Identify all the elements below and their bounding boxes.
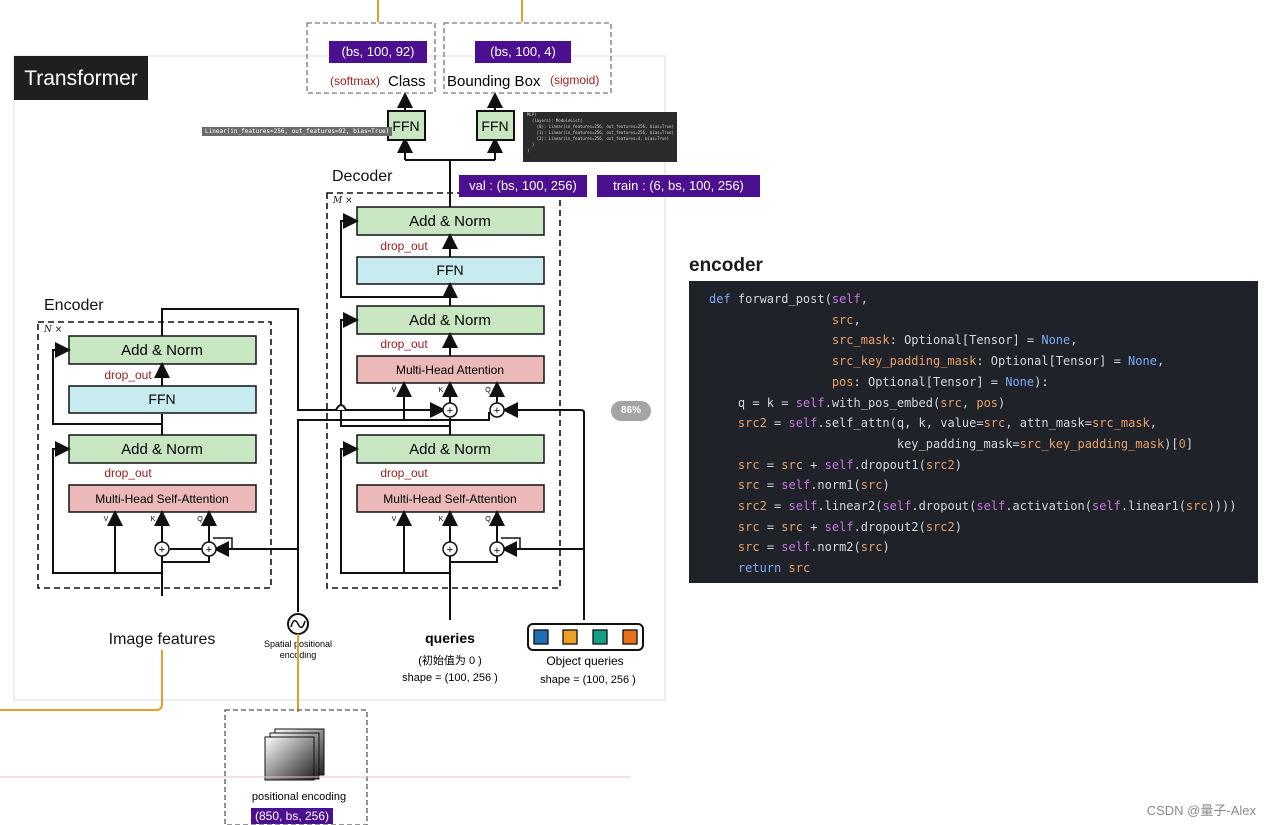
encoder-q-label: Q [197,516,203,523]
decoder-cross-q: Q [485,387,491,394]
plus-icon: + [447,544,453,556]
encoder-drop-out-top: drop_out [104,368,152,382]
code-line: src = src + self.dropout1(src2) [737,457,962,472]
object-query-4 [622,629,638,645]
encoder-ffn-label: FFN [148,391,175,407]
linear-tooltip: Linear(in_features=256, out_features=92,… [202,127,393,136]
plus-icon: + [494,545,500,557]
mlp-line: (2): Linear(in_features=256, out_feature… [527,136,670,141]
object-query-1 [533,629,549,645]
code-line: src = self.norm2(src) [737,540,890,555]
code-line: key_padding_mask=src_key_padding_mask)[0… [709,436,1194,451]
decoder-self-k: K [439,516,444,523]
plus-icon: + [159,544,165,556]
encoder-code-title: encoder [689,255,763,276]
queries-shape: shape = (100, 256 ) [402,672,498,684]
code-line: return src [737,561,811,576]
decoder-m-times: M × [332,196,353,206]
object-query-2 [562,629,578,645]
queries-init: (初始值为 0 ) [418,653,482,667]
code-line: src2 = self.self_attn(q, k, value=src, a… [737,416,1157,431]
encoder-n-times: N × [43,325,62,335]
decoder-cross-attention-label: Multi-Head Attention [396,363,504,377]
decoder-cross-k: K [439,387,444,394]
plus-icon: + [494,405,500,417]
code-line: src2 = self.linear2(self.dropout(self.ac… [737,499,1237,513]
positional-encoding-label: positional encoding [252,791,346,803]
decoder-label: Decoder [332,168,393,185]
encoder-drop-out-bottom: drop_out [104,466,152,480]
decoder-self-q: Q [485,516,491,523]
bbox-shape-tag: (bs, 100, 4) [475,41,571,63]
encoder-code-panel: def forward_post(self, src, src_mask: Op… [689,281,1258,583]
pos-shape-tag: (850, bs, 256) [251,808,333,824]
object-query-3 [592,629,608,645]
plus-icon: + [206,544,212,556]
decoder-ffn-label: FFN [436,262,463,278]
page-title: Transformer [24,67,138,90]
queries-label: queries [425,630,475,646]
image-features-label: Image features [109,631,216,648]
code-line: src = src + self.dropout2(src2) [737,519,962,534]
decoder-drop-out-2: drop_out [380,337,428,351]
encoder-label: Encoder [44,297,104,314]
code-line: pos: Optional[Tensor] = None): [831,374,1049,389]
val-shape-tag: val : (bs, 100, 256) [459,175,587,197]
mlp-printout: MLP( (layers): ModuleList( (0): Linear(i… [523,112,677,162]
encoder-add-norm-bottom-label: Add & Norm [121,441,203,458]
object-queries-label: Object queries [546,654,623,668]
bbox-label: Bounding Box [447,73,541,90]
decoder-cross-v: V [392,387,397,394]
code-line: src_key_padding_mask: Optional[Tensor] =… [831,354,1165,369]
softmax-label: (softmax) [330,74,380,88]
mlp-line: ) [527,148,530,153]
decoder-add-norm-1-label: Add & Norm [409,441,491,458]
encoder-v-label: V [104,516,109,523]
decoder-self-attention-label: Multi-Head Self-Attention [383,492,516,506]
decoder-drop-out-1: drop_out [380,466,428,480]
encoder-add-norm-top-label: Add & Norm [121,342,203,359]
code-line: def forward_post(self, [709,292,868,306]
class-shape-tag: (bs, 100, 92) [329,41,427,63]
plus-icon: + [447,405,453,417]
decoder-self-v: V [392,516,397,523]
decoder-add-norm-3-label: Add & Norm [409,213,491,230]
bbox-ffn-label: FFN [481,118,508,134]
class-ffn-label: FFN [392,118,419,134]
decoder-add-norm-2-label: Add & Norm [409,312,491,329]
code-line: q = k = self.with_pos_embed(src, pos) [709,395,1006,410]
train-shape-tag: train : (6, bs, 100, 256) [597,175,760,197]
pe-stack-1 [264,736,315,781]
decoder-drop-out-3: drop_out [380,239,428,253]
code-line: src_mask: Optional[Tensor] = None, [831,333,1078,348]
code-line: src, [831,312,861,327]
sigmoid-label: (sigmoid) [550,73,599,87]
zoom-badge[interactable]: 86% [611,401,651,421]
watermark: CSDN @量子-Alex [1146,803,1256,818]
encoder-k-label: K [151,516,156,523]
object-queries-shape: shape = (100, 256 ) [540,674,636,686]
encoder-self-attention-label: Multi-Head Self-Attention [95,492,228,506]
class-label: Class [388,73,426,90]
code-line: src = self.norm1(src) [737,478,890,493]
